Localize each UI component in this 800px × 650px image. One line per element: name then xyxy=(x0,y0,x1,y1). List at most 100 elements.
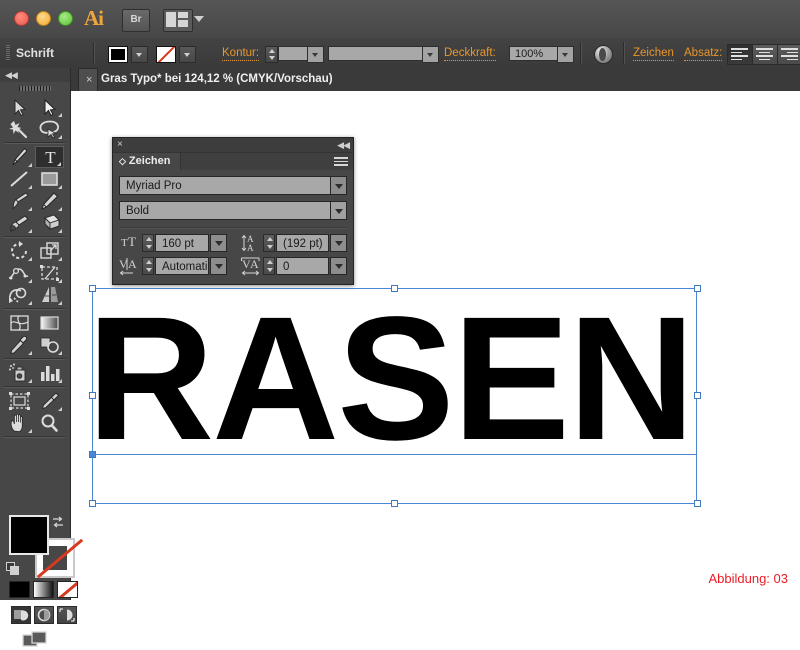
gradient-mode-button[interactable] xyxy=(33,581,54,598)
minimize-button[interactable] xyxy=(36,11,51,26)
stroke-profile-dropdown-icon[interactable] xyxy=(422,46,439,63)
collapse-icon[interactable]: ◀◀ xyxy=(5,70,17,80)
artboard-tool[interactable] xyxy=(5,390,34,412)
font-style-field[interactable]: Bold xyxy=(119,201,331,220)
leading-stepper[interactable] xyxy=(263,234,275,252)
slice-tool[interactable] xyxy=(35,390,64,412)
collapse-icon[interactable]: ◀◀ xyxy=(337,140,349,150)
workspace-switcher-icon[interactable] xyxy=(163,9,193,32)
line-segment-tool[interactable] xyxy=(5,168,34,190)
stroke-swatch[interactable] xyxy=(156,46,176,63)
rotate-tool[interactable] xyxy=(5,240,34,262)
chevron-down-icon[interactable] xyxy=(194,16,204,22)
scale-tool[interactable] xyxy=(35,240,64,262)
lasso-tool[interactable] xyxy=(35,118,64,140)
recolor-artwork-icon[interactable] xyxy=(594,45,613,64)
font-family-field[interactable]: Myriad Pro xyxy=(119,176,331,195)
close-icon[interactable]: × xyxy=(117,139,123,151)
kerning-stepper[interactable] xyxy=(142,257,154,275)
stroke-weight-stepper[interactable] xyxy=(265,46,278,63)
blob-brush-tool[interactable] xyxy=(5,212,34,234)
stroke-label[interactable]: Kontur: xyxy=(222,47,259,61)
blend-tool[interactable] xyxy=(35,334,64,356)
fill-color-swatch[interactable] xyxy=(9,515,49,555)
bridge-button[interactable]: Br xyxy=(122,9,150,32)
rectangle-tool[interactable] xyxy=(35,168,64,190)
control-bar-grip[interactable] xyxy=(6,45,10,61)
tracking-field[interactable]: 0 xyxy=(276,257,329,275)
leading-field[interactable]: (192 pt) xyxy=(276,234,329,252)
handle-bottom-center[interactable] xyxy=(391,500,398,507)
draw-inside-button[interactable] xyxy=(57,606,77,624)
hand-tool[interactable] xyxy=(5,412,34,434)
align-center-button[interactable] xyxy=(752,44,778,65)
paintbrush-tool[interactable] xyxy=(5,190,34,212)
zoom-button[interactable] xyxy=(58,11,73,26)
draw-behind-button[interactable] xyxy=(34,606,54,624)
none-mode-button[interactable] xyxy=(57,581,78,598)
svg-text:A: A xyxy=(250,257,259,271)
align-right-button[interactable] xyxy=(777,44,800,65)
eraser-tool[interactable] xyxy=(35,212,64,234)
tracking-stepper[interactable] xyxy=(263,257,275,275)
handle-bottom-left[interactable] xyxy=(89,500,96,507)
opacity-dropdown-icon[interactable] xyxy=(557,46,574,63)
change-screen-mode-icon[interactable] xyxy=(22,630,48,650)
stroke-weight-dropdown-icon[interactable] xyxy=(307,46,324,63)
opacity-label[interactable]: Deckkraft: xyxy=(444,47,496,61)
symbol-sprayer-tool[interactable] xyxy=(5,362,34,384)
selection-tool[interactable] xyxy=(5,96,34,118)
panel-menu-icon[interactable] xyxy=(334,157,348,166)
opacity-field[interactable]: 100% xyxy=(509,46,564,61)
font-size-dropdown-icon[interactable] xyxy=(210,234,227,252)
font-family-dropdown-icon[interactable] xyxy=(330,176,347,195)
width-tool[interactable] xyxy=(5,262,34,284)
paragraph-panel-link[interactable]: Absatz: xyxy=(684,47,722,61)
character-panel-title-bar[interactable]: × ◀◀ xyxy=(113,138,353,153)
magic-wand-tool[interactable] xyxy=(5,118,34,140)
kerning-dropdown-icon[interactable] xyxy=(210,257,227,275)
zoom-tool[interactable] xyxy=(35,412,64,434)
align-left-button[interactable] xyxy=(727,44,753,65)
tracking-dropdown-icon[interactable] xyxy=(330,257,347,275)
fill-swatch[interactable] xyxy=(108,46,128,63)
handle-bottom-right[interactable] xyxy=(694,500,701,507)
artboard-icon xyxy=(5,390,34,412)
handle-middle-right[interactable] xyxy=(694,392,701,399)
draw-normal-button[interactable] xyxy=(11,606,31,624)
magic-wand-icon xyxy=(5,118,34,140)
mesh-tool[interactable] xyxy=(5,312,34,334)
handle-top-left[interactable] xyxy=(89,285,96,292)
swap-fill-stroke-icon[interactable] xyxy=(51,516,65,528)
type-tool[interactable]: T xyxy=(35,146,64,168)
shape-builder-tool[interactable] xyxy=(5,284,34,306)
handle-top-right[interactable] xyxy=(694,285,701,292)
free-transform-tool[interactable] xyxy=(35,262,64,284)
handle-top-center[interactable] xyxy=(391,285,398,292)
pen-tool[interactable] xyxy=(5,146,34,168)
column-graph-tool[interactable] xyxy=(35,362,64,384)
kerning-field[interactable]: Automati xyxy=(155,257,209,275)
font-style-dropdown-icon[interactable] xyxy=(330,201,347,220)
gradient-tool[interactable] xyxy=(35,312,64,334)
close-icon[interactable]: × xyxy=(86,74,92,86)
tools-panel-header[interactable]: ◀◀ xyxy=(0,68,70,82)
eyedropper-tool[interactable] xyxy=(5,334,34,356)
character-panel-link[interactable]: Zeichen xyxy=(633,47,674,61)
font-size-stepper[interactable] xyxy=(142,234,154,252)
stroke-dropdown-icon[interactable] xyxy=(179,46,196,63)
handle-baseline-anchor[interactable] xyxy=(89,451,96,458)
default-fill-stroke-icon[interactable] xyxy=(6,562,20,576)
close-button[interactable] xyxy=(14,11,29,26)
perspective-grid-tool[interactable] xyxy=(35,284,64,306)
color-mode-button[interactable] xyxy=(9,581,30,598)
font-size-field[interactable]: 160 pt xyxy=(155,234,209,252)
pencil-tool[interactable] xyxy=(35,190,64,212)
document-tab[interactable]: × Gras Typo* bei 124,12 % (CMYK/Vorschau… xyxy=(78,68,98,91)
handle-middle-left[interactable] xyxy=(89,392,96,399)
tools-panel-grip[interactable] xyxy=(19,86,51,91)
tab-zeichen[interactable]: ◇Zeichen xyxy=(113,153,181,170)
direct-selection-tool[interactable] xyxy=(35,96,64,118)
leading-dropdown-icon[interactable] xyxy=(330,234,347,252)
fill-dropdown-icon[interactable] xyxy=(131,46,148,63)
